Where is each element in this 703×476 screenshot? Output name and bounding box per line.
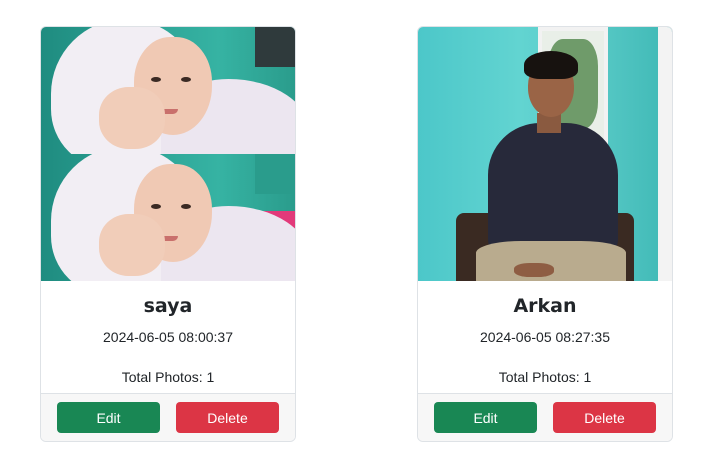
album-card: Arkan 2024-06-05 08:27:35 Total Photos: … xyxy=(417,26,673,442)
edit-button[interactable]: Edit xyxy=(57,402,160,433)
total-photos: Total Photos: 1 xyxy=(121,369,215,385)
edit-button[interactable]: Edit xyxy=(434,402,537,433)
card-body: saya 2024-06-05 08:00:37 Total Photos: 1 xyxy=(41,294,295,386)
photo-frame-top xyxy=(41,27,295,154)
album-timestamp: 2024-06-05 08:00:37 xyxy=(103,329,233,345)
total-photos: Total Photos: 1 xyxy=(498,369,592,385)
album-timestamp: 2024-06-05 08:27:35 xyxy=(480,329,610,345)
photo-frame-bottom xyxy=(41,154,295,281)
album-card: saya 2024-06-05 08:00:37 Total Photos: 1… xyxy=(40,26,296,442)
card-footer: Edit Delete xyxy=(41,393,295,441)
album-photo[interactable] xyxy=(418,27,672,281)
album-name: Arkan xyxy=(513,295,577,317)
album-name: saya xyxy=(143,295,193,317)
delete-button[interactable]: Delete xyxy=(553,402,656,433)
album-photo[interactable] xyxy=(41,27,295,281)
card-body: Arkan 2024-06-05 08:27:35 Total Photos: … xyxy=(418,294,672,386)
delete-button[interactable]: Delete xyxy=(176,402,279,433)
card-footer: Edit Delete xyxy=(418,393,672,441)
